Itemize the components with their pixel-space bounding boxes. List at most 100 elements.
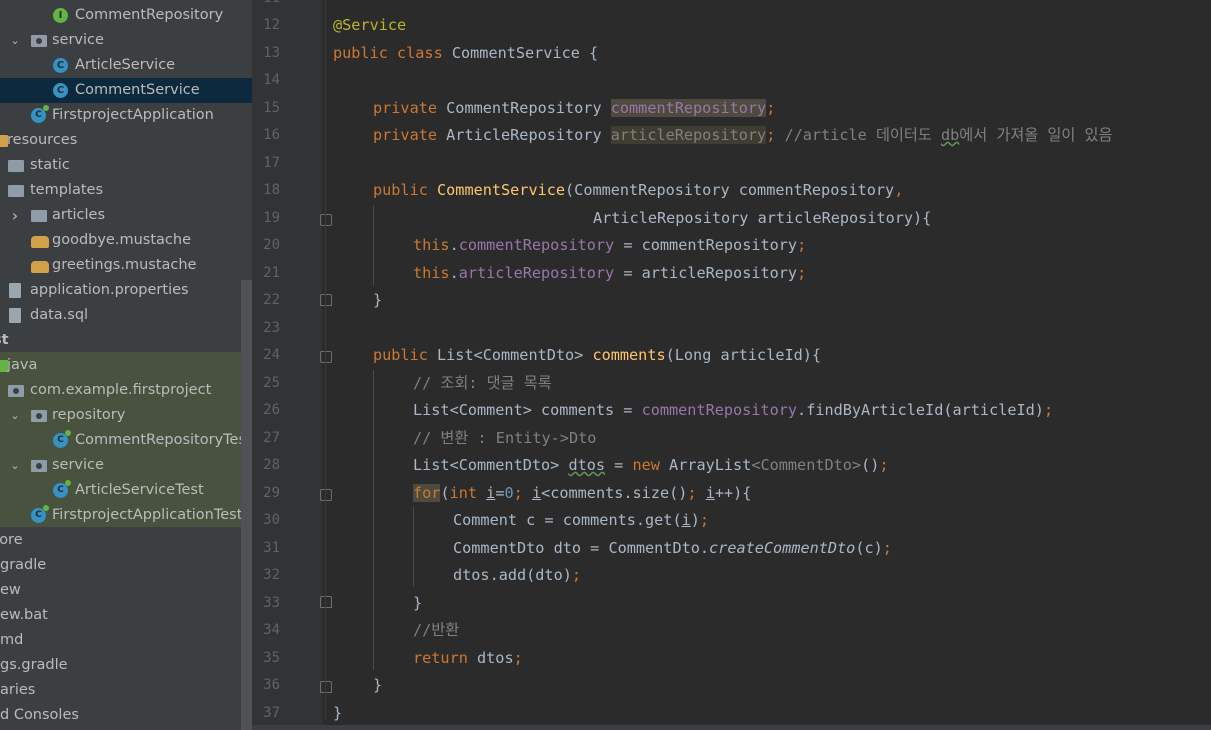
tree-item-label: CommentService — [75, 82, 200, 98]
package-icon — [8, 385, 24, 397]
indent-guide — [413, 507, 414, 587]
chevron-down-icon[interactable]: ⌄ — [8, 453, 22, 478]
code-line-25: // 조회: 댓글 목록 — [413, 373, 552, 392]
code-line-30: Comment c = comments.get(i); — [453, 511, 710, 529]
tree-item-templates[interactable]: templates — [0, 178, 241, 203]
indent-guide — [373, 370, 374, 670]
tree-item-articles[interactable]: › articles — [0, 203, 241, 228]
package-icon — [31, 460, 47, 472]
tree-item-gradle[interactable]: gradle — [0, 553, 241, 578]
line-number: 18 — [263, 182, 280, 198]
code-line-12: @Service — [333, 16, 407, 34]
tree-item-data-sql[interactable]: data.sql — [0, 303, 241, 328]
spring-boot-class-icon: C — [31, 105, 49, 123]
line-number: 34 — [263, 622, 280, 638]
line-number: 37 — [263, 704, 280, 721]
tree-item-ew-bat[interactable]: ew.bat — [0, 603, 241, 628]
line-number: 17 — [263, 154, 280, 171]
chevron-right-icon[interactable]: › — [8, 203, 22, 228]
folder-icon — [8, 185, 24, 197]
line-number: 30 — [263, 512, 280, 528]
line-number: 15 — [263, 99, 280, 116]
code-line-20: this.commentRepository = commentReposito… — [413, 236, 807, 254]
code-line-24: public List<CommentDto> comments(Long ar… — [373, 346, 822, 364]
tree-item-label: data.sql — [30, 307, 89, 323]
tree-item-label: service — [52, 32, 104, 48]
code-line-13: public class CommentService { — [333, 43, 599, 62]
code-line-27: // 변환 : Entity->Dto — [413, 428, 597, 447]
tree-item-label: resources — [7, 132, 78, 148]
tree-item-nore[interactable]: nore — [0, 528, 241, 553]
line-number: 28 — [263, 457, 280, 473]
properties-file-icon — [9, 283, 21, 298]
tree-item-commentservice[interactable]: C CommentService — [0, 78, 252, 103]
tree-item-firstprojectapplicationtests[interactable]: C FirstprojectApplicationTests — [0, 503, 250, 528]
tree-item-com-example-firstproject[interactable]: com.example.firstproject — [0, 378, 241, 403]
tree-item-label: application.properties — [30, 282, 189, 298]
code-line-35: return dtos; — [413, 648, 523, 667]
line-number: 14 — [263, 72, 280, 88]
tree-item-application-properties[interactable]: application.properties — [0, 278, 241, 303]
tree-item-d-consoles[interactable]: d Consoles — [0, 703, 241, 728]
sidebar-scrollbar[interactable] — [241, 280, 252, 730]
line-number: 31 — [263, 539, 280, 556]
tree-item-label: nore — [0, 532, 23, 548]
tree-item-service[interactable]: ⌄ service — [0, 453, 241, 478]
tree-item-articleservicetest[interactable]: C ArticleServiceTest — [0, 478, 241, 503]
tree-item-commentrepository[interactable]: I CommentRepository — [0, 3, 241, 28]
chevron-down-icon[interactable]: ⌄ — [8, 403, 22, 428]
line-number: 21 — [263, 264, 280, 281]
line-number: 25 — [263, 374, 280, 391]
tree-item-greetings-mustache[interactable]: greetings.mustache — [0, 253, 241, 278]
tree-item-commentrepositorytes[interactable]: C CommentRepositoryTes — [0, 428, 246, 453]
tree-item-static[interactable]: static — [0, 153, 241, 178]
line-number: 29 — [263, 484, 280, 501]
line-number: 24 — [263, 347, 280, 363]
mustache-file-icon — [31, 236, 49, 248]
line-number: 22 — [263, 292, 280, 308]
tree-item-label: repository — [52, 407, 126, 423]
fold-marker-icon[interactable] — [320, 294, 332, 306]
fold-marker-icon[interactable] — [320, 489, 332, 501]
line-number: 36 — [263, 677, 280, 693]
code-line-22: } — [373, 291, 383, 309]
tree-item-aries[interactable]: aries — [0, 678, 241, 703]
tree-item-ew[interactable]: ew — [0, 578, 241, 603]
code-line-37: } — [333, 703, 343, 722]
line-number: 32 — [263, 567, 280, 583]
class-icon: C — [53, 58, 68, 73]
code-line-15: private CommentRepository commentReposit… — [373, 98, 776, 117]
tree-item-goodbye-mustache[interactable]: goodbye.mustache — [0, 228, 241, 253]
tree-item-label: FirstprojectApplicationTests — [52, 507, 250, 523]
tree-item-service[interactable]: ⌄ service — [0, 28, 241, 53]
indent-guide — [373, 205, 374, 285]
code-line-32: dtos.add(dto); — [453, 566, 582, 584]
tree-item-label: ArticleService — [75, 57, 176, 73]
tree-item-label: gradle — [0, 557, 47, 573]
line-number: 11 — [252, 0, 280, 12]
test-class-icon: C — [53, 430, 71, 448]
chevron-down-icon[interactable]: ⌄ — [8, 28, 22, 53]
folder-icon — [8, 160, 24, 172]
tree-item-st[interactable]: st — [0, 328, 241, 353]
tree-item-resources[interactable]: resources — [0, 128, 241, 153]
fold-marker-icon[interactable] — [320, 214, 332, 226]
fold-marker-icon[interactable] — [320, 351, 332, 363]
editor-horizontal-scrollbar[interactable] — [252, 725, 1211, 730]
code-line-36: } — [373, 676, 383, 694]
tree-item-label: ew.bat — [0, 607, 48, 623]
line-number: 19 — [263, 209, 280, 226]
fold-marker-icon[interactable] — [320, 681, 332, 693]
tree-item-firstprojectapplication[interactable]: C FirstprojectApplication — [0, 103, 241, 128]
test-class-icon: C — [53, 480, 71, 498]
tree-item-articleservice[interactable]: C ArticleService — [0, 53, 241, 78]
tree-item-label: CommentRepository — [75, 7, 224, 23]
code-line-26: List<Comment> comments = commentReposito… — [413, 401, 1054, 419]
tree-item-gs-gradle[interactable]: gs.gradle — [0, 653, 241, 678]
tree-item-label: aries — [0, 682, 36, 698]
fold-marker-icon[interactable] — [320, 596, 332, 608]
tree-item-java[interactable]: java — [0, 353, 241, 378]
tree-item-repository[interactable]: ⌄ repository — [0, 403, 241, 428]
code-line-33: } — [413, 593, 423, 612]
tree-item-md[interactable]: md — [0, 628, 241, 653]
